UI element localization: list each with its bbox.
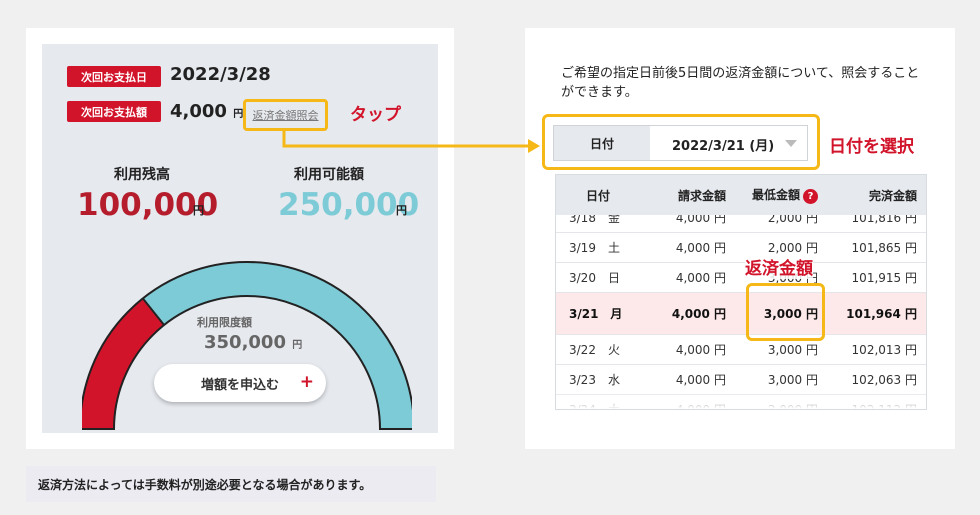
minimum-amount-annotation: 返済金額 — [745, 254, 813, 279]
credit-limit-amount: 350,000 — [204, 332, 286, 353]
minimum-amount-highlight — [746, 283, 825, 341]
date-select-highlight: 日付 2022/3/21 (月) — [542, 114, 820, 170]
cell-payoff: 101,865 円 — [851, 241, 917, 255]
fee-note: 返済方法によっては手数料が別途必要となる場合があります。 — [26, 466, 436, 502]
table-fade — [556, 391, 926, 409]
available-amount-label: 利用可能額 — [294, 167, 364, 183]
cell-billed: 4,000 円 — [671, 307, 726, 321]
account-summary-card: 次回お支払日 2022/3/28 次回お支払額 4,000 円 返済金額照会 タ… — [42, 44, 438, 433]
table-row: 3/21 月 4,000 円 3,000 円 101,964 円 — [556, 293, 926, 335]
help-icon[interactable]: ? — [803, 189, 818, 204]
col-minimum: 最低金額? — [726, 186, 818, 204]
repayment-lookup-link-label: 返済金額照会 — [252, 109, 319, 122]
cell-payoff: 101,964 円 — [846, 307, 917, 321]
next-payment-amount-yen: 円 — [233, 109, 244, 120]
cell-minimum: 3,000 円 — [767, 373, 818, 387]
apply-increase-button[interactable]: 増額を申込む + — [154, 364, 326, 402]
cell-payoff: 102,013 円 — [851, 343, 917, 357]
credit-limit-label: 利用限度額 — [197, 316, 252, 329]
col-payoff: 完済金額 — [868, 188, 917, 203]
account-summary-panel: 次回お支払日 2022/3/28 次回お支払額 4,000 円 返済金額照会 タ… — [26, 28, 454, 449]
next-payment-amount-value: 4,000 — [170, 101, 227, 122]
table-row: 3/20 日4,000 円3,000 円101,915 円 — [556, 263, 926, 293]
gauge-available-arc — [142, 262, 412, 430]
plus-icon: + — [299, 372, 314, 392]
date-select[interactable]: 日付 2022/3/21 (月) — [553, 125, 808, 161]
col-minimum-label: 最低金額 — [751, 188, 800, 202]
cell-date: 3/21 月 — [569, 307, 623, 321]
cell-date: 3/22 火 — [569, 343, 620, 357]
next-payment-date-badge: 次回お支払日 — [67, 66, 161, 87]
select-date-annotation: 日付を選択 — [829, 137, 914, 157]
credit-limit-value: 350,000 円 — [204, 332, 302, 353]
col-date: 日付 — [586, 188, 611, 203]
cell-billed: 4,000 円 — [675, 271, 726, 285]
available-amount-yen: 円 — [396, 204, 407, 217]
table-row: 3/22 火 4,000 円 3,000 円 102,013 円 — [556, 335, 926, 365]
cell-billed: 4,000 円 — [675, 373, 726, 387]
credit-limit-yen: 円 — [292, 340, 303, 351]
next-payment-date: 2022/3/28 — [170, 64, 271, 85]
lookup-description: ご希望の指定日前後5日間の返済金額について、照会することができます。 — [561, 66, 920, 100]
date-select-value: 2022/3/21 (月) — [672, 139, 775, 154]
next-payment-amount-badge: 次回お支払額 — [67, 101, 161, 122]
apply-increase-label: 増額を申込む — [200, 377, 279, 393]
col-billed: 請求金額 — [677, 188, 726, 203]
gauge-used-arc — [82, 298, 165, 430]
table-body: 3/18 金 4,000 円 2,000 円 101,816 円 3/19 土 4,000… — [556, 203, 926, 409]
cell-minimum: 3,000 円 — [767, 343, 818, 357]
cell-date: 3/19 土 — [569, 241, 620, 255]
next-payment-amount: 4,000 円 — [170, 101, 243, 122]
cell-payoff: 101,915 円 — [851, 271, 917, 285]
tap-annotation: タップ — [350, 105, 401, 125]
cell-billed: 4,000 円 — [675, 241, 726, 255]
remaining-balance-label: 利用残高 — [114, 167, 170, 183]
cell-date: 3/23 水 — [569, 373, 620, 387]
date-select-label: 日付 — [554, 126, 650, 160]
chevron-down-icon — [785, 140, 797, 147]
cell-payoff: 102,063 円 — [851, 373, 917, 387]
cell-date: 3/20 日 — [569, 271, 620, 285]
repayment-lookup-link[interactable]: 返済金額照会 — [243, 99, 328, 131]
repayment-table[interactable]: 日付 請求金額 最低金額? 完済金額 3/18 金 4,000 円 2,000 円1… — [555, 174, 927, 410]
cell-billed: 4,000 円 — [675, 343, 726, 357]
repayment-lookup-panel: ご希望の指定日前後5日間の返済金額について、照会することができます。 日付 20… — [525, 28, 955, 449]
table-row: 3/19 土 4,000 円 2,000 円 101,865 円 — [556, 233, 926, 263]
remaining-balance-yen: 円 — [193, 204, 204, 217]
table-header: 日付 請求金額 最低金額? 完済金額 — [556, 175, 926, 215]
